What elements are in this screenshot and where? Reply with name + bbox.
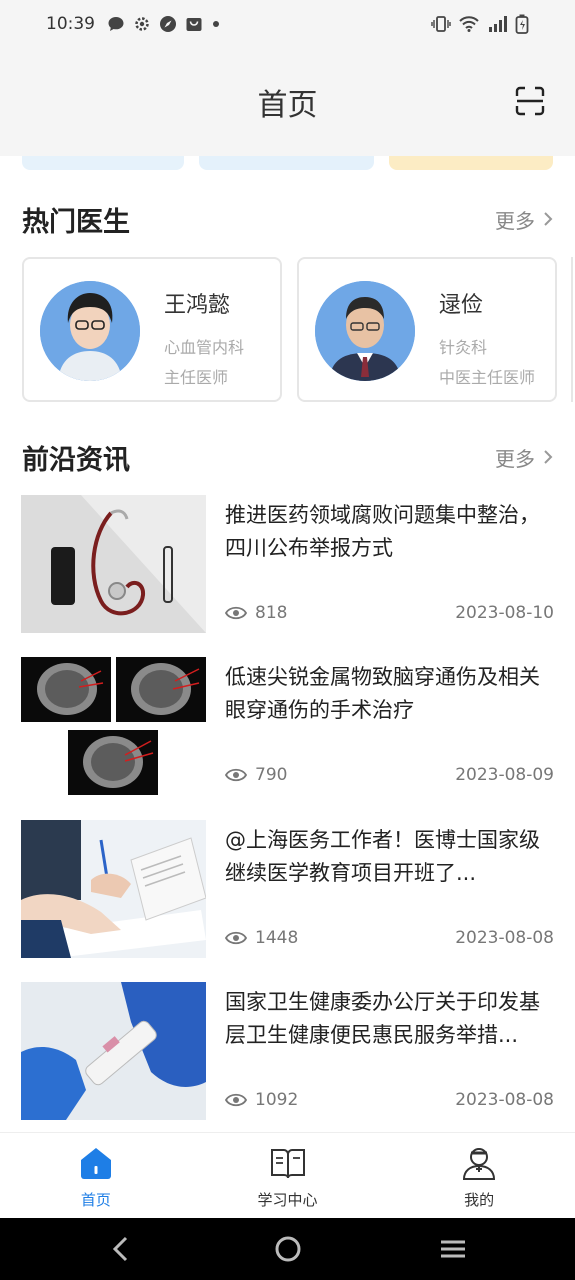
doctor-card[interactable]: 逯俭 针灸科 中医主任医师 — [297, 257, 557, 402]
home-circle-icon[interactable] — [273, 1234, 303, 1264]
hot-doctors-header: 热门医生 更多 — [22, 199, 553, 239]
tab-mine[interactable]: 我的 — [383, 1133, 575, 1218]
doctor-card-edge — [571, 257, 575, 402]
home-icon — [80, 1148, 111, 1179]
compass-icon — [160, 16, 176, 32]
tab-label: 首页 — [80, 1191, 111, 1209]
scan-icon[interactable] — [515, 86, 545, 116]
banner-card-2[interactable] — [199, 156, 374, 170]
tab-home[interactable]: 首页 — [0, 1133, 192, 1218]
eye-icon — [225, 606, 247, 620]
bag-icon — [186, 18, 202, 31]
page-title: 首页 — [257, 88, 318, 123]
news-section-title: 前沿资讯 — [22, 444, 130, 476]
wifi-icon — [459, 16, 479, 32]
eye-icon — [225, 1093, 247, 1107]
tab-label: 学习中心 — [257, 1191, 318, 1209]
news-views: 1448 — [225, 928, 298, 948]
news-thumbnail — [21, 495, 206, 633]
doctor-avatar — [40, 281, 140, 381]
news-views: 790 — [225, 765, 287, 785]
news-title: 国家卫生健康委办公厅关于印发基层卫生健康便民惠民服务举措... — [225, 990, 540, 1047]
status-time: 10:39 — [46, 14, 95, 34]
hot-doctors-more-link[interactable]: 更多 — [495, 205, 553, 234]
news-more-link[interactable]: 更多 — [495, 443, 553, 472]
doctor-department: 心血管内科 — [164, 338, 245, 357]
news-title: @上海医务工作者！医博士国家级继续医学教育项目开班了... — [225, 828, 540, 885]
battery-icon — [515, 14, 529, 34]
news-title: 推进医药领域腐败问题集中整治，四川公布举报方式 — [225, 503, 540, 560]
news-views: 1092 — [225, 1090, 298, 1110]
news-thumbnail — [21, 820, 206, 958]
gear-icon — [135, 17, 149, 31]
status-icons-right — [431, 14, 529, 34]
news-item[interactable]: 低速尖锐金属物致脑穿通伤及相关眼穿通伤的手术治疗 790 2023-08-09 — [21, 657, 554, 797]
book-icon — [270, 1149, 305, 1179]
dot-icon — [213, 21, 219, 27]
doctor-department: 针灸科 — [439, 338, 488, 357]
news-views: 818 — [225, 603, 287, 623]
doctor-profile-icon — [463, 1148, 496, 1180]
view-count: 1092 — [255, 1090, 299, 1110]
doctor-avatar — [315, 281, 415, 381]
doctor-title: 主任医师 — [164, 368, 229, 387]
tab-study-center[interactable]: 学习中心 — [192, 1133, 384, 1218]
doctor-title: 中医主任医师 — [439, 368, 536, 387]
eye-icon — [225, 768, 247, 782]
system-nav-bar — [0, 1218, 575, 1280]
news-title: 低速尖锐金属物致脑穿通伤及相关眼穿通伤的手术治疗 — [225, 665, 540, 722]
more-label: 更多 — [495, 446, 535, 471]
news-item[interactable]: 推进医药领域腐败问题集中整治，四川公布举报方式 818 2023-08-10 — [21, 495, 554, 635]
view-count: 790 — [255, 765, 288, 785]
news-header: 前沿资讯 更多 — [22, 437, 553, 477]
news-date: 2023-08-09 — [455, 765, 554, 785]
signal-icon — [489, 16, 507, 32]
news-thumbnail — [21, 657, 206, 795]
doctor-name: 逯俭 — [439, 293, 484, 318]
bottom-tab-bar: 首页 学习中心 我的 — [0, 1132, 575, 1218]
back-icon[interactable] — [106, 1234, 136, 1264]
tab-label: 我的 — [464, 1191, 495, 1209]
status-bar: 10:39 — [0, 0, 575, 48]
menu-icon[interactable] — [438, 1234, 468, 1264]
banner-card-3[interactable] — [389, 156, 553, 170]
doctor-name: 王鸿懿 — [164, 293, 231, 318]
message-icon — [108, 17, 124, 31]
doctor-card[interactable]: 王鸿懿 心血管内科 主任医师 — [22, 257, 282, 402]
news-date: 2023-08-08 — [455, 1090, 554, 1110]
news-date: 2023-08-08 — [455, 928, 554, 948]
banner-card-1[interactable] — [22, 156, 184, 170]
chevron-right-icon — [544, 450, 553, 464]
eye-icon — [225, 931, 247, 945]
news-thumbnail — [21, 982, 206, 1120]
view-count: 818 — [255, 603, 288, 623]
hot-doctors-title: 热门医生 — [22, 206, 130, 238]
news-item[interactable]: @上海医务工作者！医博士国家级继续医学教育项目开班了... 1448 2023-… — [21, 820, 554, 960]
news-item[interactable]: 国家卫生健康委办公厅关于印发基层卫生健康便民惠民服务举措... 1092 202… — [21, 982, 554, 1122]
more-label: 更多 — [495, 208, 535, 233]
vibrate-icon — [431, 16, 451, 32]
news-date: 2023-08-10 — [455, 603, 554, 623]
view-count: 1448 — [255, 928, 299, 948]
chevron-right-icon — [544, 212, 553, 226]
status-icons-left — [107, 15, 221, 33]
app-header: 首页 — [0, 48, 575, 156]
